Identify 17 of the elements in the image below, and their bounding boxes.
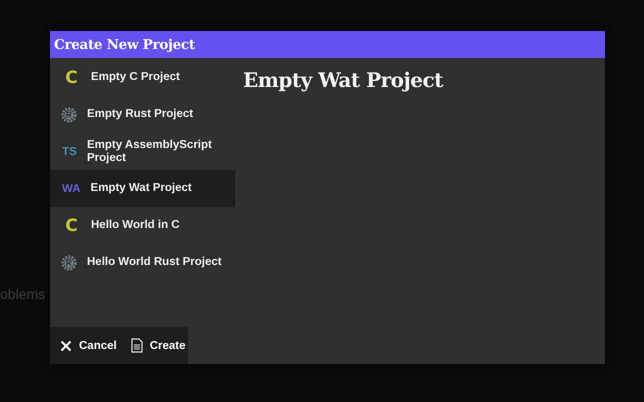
template-item[interactable]: WA Empty Wat Project (50, 170, 235, 207)
document-icon (130, 338, 143, 353)
dialog-title: Create New Project (54, 36, 195, 52)
create-button[interactable]: Create (120, 327, 190, 364)
language-icon: TS (62, 146, 77, 158)
gear-icon (60, 254, 76, 270)
cancel-button[interactable]: Cancel (50, 327, 121, 364)
language-icon: C (64, 216, 79, 236)
template-item[interactable]: Empty Rust Project (50, 96, 235, 133)
template-item[interactable]: C Empty C Project (50, 59, 235, 96)
language-icon: WA (62, 182, 81, 194)
language-icon: C (64, 68, 79, 88)
gear-icon (60, 106, 76, 122)
project-title: Empty Wat Project (243, 68, 444, 92)
template-item[interactable]: Hello World Rust Project (50, 244, 235, 281)
template-item[interactable]: C Hello World in C (50, 207, 235, 244)
close-icon (60, 340, 72, 352)
